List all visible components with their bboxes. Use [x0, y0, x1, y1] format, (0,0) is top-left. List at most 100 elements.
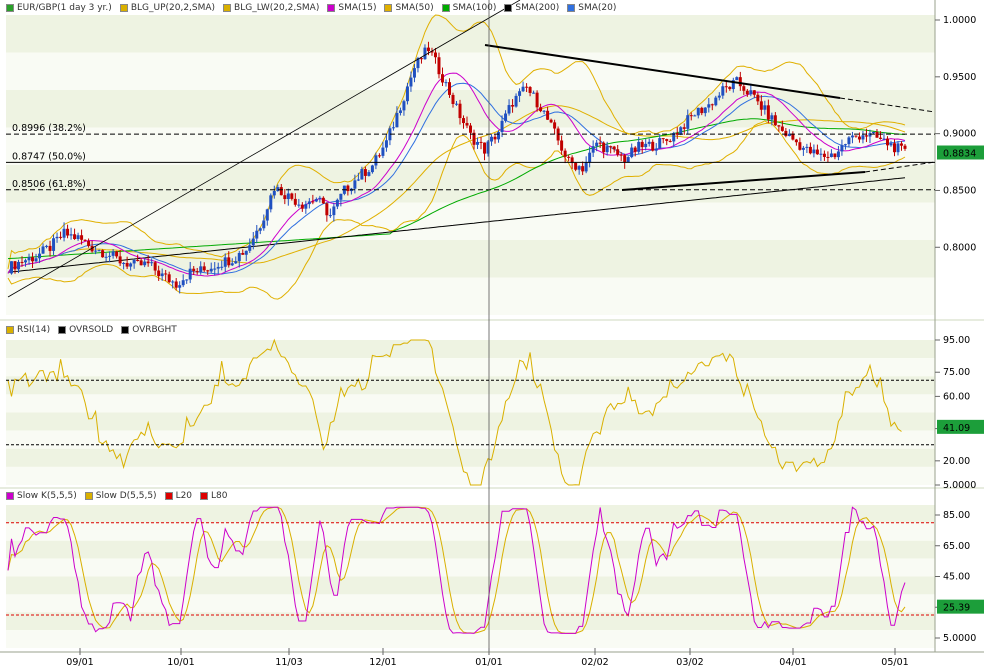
candle-body: [398, 110, 402, 113]
swatch-icon: [223, 3, 232, 12]
candle-body: [104, 256, 108, 258]
x-tick-label: 03/02: [676, 657, 703, 668]
candle-body: [111, 251, 115, 256]
legend-item-l80[interactable]: L80: [200, 491, 228, 501]
legend-item-sma200[interactable]: SMA(200): [504, 3, 559, 13]
legend-item-sma100[interactable]: SMA(100): [441, 3, 496, 13]
candle-body: [668, 140, 672, 142]
legend-item-l20[interactable]: L20: [164, 491, 192, 501]
candle-body: [882, 138, 886, 140]
legend-item-eurgbp[interactable]: EUR/GBP(1 day 3 yr.): [6, 3, 112, 13]
candle-body: [332, 206, 336, 216]
candle-body: [875, 132, 879, 138]
band: [6, 15, 935, 53]
candle-body: [370, 165, 374, 173]
legend-item-rsi[interactable]: RSI(14): [6, 325, 50, 335]
x-tick-label: 05/01: [881, 657, 908, 668]
candle-body: [59, 236, 63, 238]
candle-body: [24, 260, 28, 263]
legend-item-ovrsold[interactable]: OVRSOLD: [58, 325, 113, 335]
legend-item-sma50[interactable]: SMA(50): [384, 3, 434, 13]
candle-body: [153, 262, 157, 271]
candle-body: [244, 250, 248, 255]
candle-body: [490, 136, 494, 142]
candle-body: [136, 259, 140, 261]
candle-body: [854, 135, 858, 137]
candle-body: [836, 151, 840, 158]
candle-body: [661, 138, 665, 140]
candle-body: [167, 274, 171, 283]
candle-body: [826, 156, 830, 158]
legend-item-sma15[interactable]: SMA(15): [327, 3, 376, 13]
candle-body: [514, 95, 518, 107]
swatch-icon: [384, 3, 393, 12]
candle-body: [847, 137, 851, 145]
candle-body: [118, 256, 122, 264]
y-tick-label: 0.8000: [943, 242, 976, 253]
candle-body: [220, 266, 224, 268]
candle-body: [143, 261, 147, 266]
candle-body: [773, 115, 777, 126]
legend-item-slow-d[interactable]: Slow D(5,5,5): [84, 491, 157, 501]
legend-item-blg-lw[interactable]: BLG_LW(20,2,SMA): [223, 3, 319, 13]
candle-body: [209, 268, 213, 272]
legend-item-blg-up[interactable]: BLG_UP(20,2,SMA): [119, 3, 215, 13]
candle-body: [703, 107, 707, 114]
candle-body: [227, 257, 231, 266]
candle-body: [13, 261, 17, 270]
candle-body: [857, 136, 861, 140]
candle-body: [507, 105, 511, 114]
candle-body: [903, 145, 907, 149]
candle-body: [647, 141, 651, 144]
candle-body: [17, 261, 21, 270]
fib-level-label: 0.8506 (61.8%): [12, 179, 86, 190]
candle-body: [216, 266, 220, 269]
candle-body: [696, 107, 700, 116]
legend-item-slow-k[interactable]: Slow K(5,5,5): [6, 491, 77, 501]
legend-item-ovrbght[interactable]: OVRBGHT: [121, 325, 177, 335]
candle-body: [48, 245, 52, 251]
stochastic-last-value: 25.39: [943, 603, 970, 614]
candle-body: [206, 270, 210, 272]
candle-body: [237, 252, 241, 262]
swatch-icon: [200, 491, 209, 500]
candle-body: [38, 253, 42, 259]
swatch-icon: [504, 3, 513, 12]
band: [6, 277, 935, 315]
candle-body: [122, 262, 126, 264]
candle-body: [896, 143, 900, 153]
swatch-icon: [6, 325, 14, 334]
candle-body: [160, 273, 164, 277]
swatch-icon: [6, 491, 14, 500]
candle-body: [199, 266, 203, 273]
legend-item-sma20[interactable]: SMA(20): [567, 3, 616, 13]
candle-body: [146, 261, 150, 264]
candle-body: [707, 104, 711, 108]
y-tick-label: 60.00: [943, 391, 970, 402]
candle-body: [363, 169, 367, 176]
candle-body: [549, 119, 553, 123]
candle-body: [640, 141, 644, 148]
candle-body: [710, 104, 714, 106]
rsi-last-value: 41.09: [943, 423, 970, 434]
band: [6, 52, 935, 90]
candle-body: [367, 172, 371, 176]
candle-body: [717, 95, 721, 98]
candle-body: [297, 204, 301, 206]
candle-body: [602, 142, 606, 153]
candle-body: [279, 187, 283, 196]
candle-body: [171, 281, 175, 283]
candle-body: [455, 103, 458, 105]
candle-body: [665, 139, 669, 141]
candle-body: [62, 228, 66, 238]
y-tick-label: 85.00: [943, 510, 970, 521]
candle-body: [861, 135, 865, 140]
candle-body: [290, 193, 294, 199]
candle-body: [738, 77, 742, 87]
candle-body: [304, 204, 308, 209]
band: [6, 522, 935, 541]
candle-body: [714, 97, 718, 106]
candle-body: [178, 285, 182, 288]
candle-body: [395, 112, 399, 128]
candle-body: [437, 57, 441, 75]
